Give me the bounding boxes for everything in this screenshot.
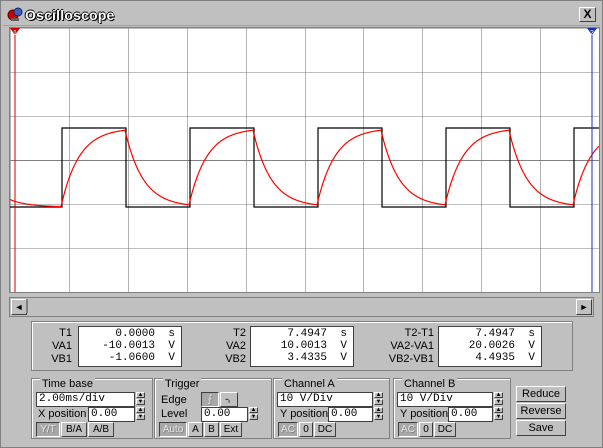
- spin-up-icon[interactable]: ▲: [249, 407, 258, 413]
- t2-t1-label: T2-T1: [404, 327, 434, 339]
- va2-label: VA2: [226, 340, 246, 352]
- spin-down-icon[interactable]: ▼: [374, 399, 383, 405]
- x-position-spinner[interactable]: ▲ ▼: [136, 407, 145, 420]
- ab-mode-button[interactable]: A/B: [88, 422, 114, 437]
- channel-a-trace: [10, 127, 599, 208]
- trigger-level-spinner[interactable]: ▲ ▼: [249, 407, 258, 420]
- oscilloscope-window: Oscilloscope X 1 2 ◄ ► T1 VA1 VB1 0.0000…: [0, 0, 603, 448]
- spin-down-icon[interactable]: ▼: [136, 399, 145, 405]
- time-base-group: Time base 2.00ms/div ▲ ▼ X position 0.00 …: [31, 378, 153, 439]
- trigger-a-button[interactable]: A: [188, 422, 203, 437]
- vb2-vb1-value: 4.4935: [475, 352, 515, 364]
- reduce-button[interactable]: Reduce: [516, 386, 566, 402]
- trigger-title: Trigger: [163, 378, 202, 390]
- time-base-scale-field[interactable]: 2.00ms/div: [36, 392, 135, 407]
- spin-up-icon[interactable]: ▲: [494, 392, 503, 398]
- vb1-label: VB1: [51, 353, 72, 365]
- time-scrollbar[interactable]: ◄ ►: [9, 297, 594, 317]
- yt-mode-button[interactable]: Y/T: [36, 422, 60, 437]
- vb2-value: 3.4335: [287, 352, 327, 364]
- spin-down-icon[interactable]: ▼: [374, 414, 383, 420]
- edge-label: Edge: [161, 394, 187, 406]
- x-position-field[interactable]: 0.00: [88, 407, 135, 422]
- oscilloscope-icon: [7, 7, 23, 21]
- rising-edge-icon: ⨍: [207, 394, 213, 405]
- scroll-left-button[interactable]: ◄: [11, 299, 27, 315]
- spin-down-icon[interactable]: ▼: [136, 414, 145, 420]
- channel-b-dc-button[interactable]: DC: [434, 422, 456, 437]
- spin-up-icon[interactable]: ▲: [374, 392, 383, 398]
- channel-b-group: Channel B 10 V/Div ▲ ▼ Y position 0.00 ▲ ▼…: [393, 378, 511, 439]
- vb2-vb1-unit: V: [528, 352, 535, 364]
- channel-a-scale-field[interactable]: 10 V/Div: [277, 392, 373, 407]
- channel-a-dc-button[interactable]: DC: [314, 422, 336, 437]
- trigger-b-button[interactable]: B: [204, 422, 219, 437]
- t1-label: T1: [59, 327, 72, 339]
- t2-label: T2: [233, 327, 246, 339]
- title-bar[interactable]: Oscilloscope X: [3, 3, 600, 26]
- channel-a-y-position-field[interactable]: 0.00: [328, 407, 373, 422]
- time-base-scale-spinner[interactable]: ▲ ▼: [136, 392, 145, 405]
- cursor-1-values: 0.0000 s -10.0013 V -1.0600 V: [78, 326, 182, 367]
- channel-b-y-position-label: Y position: [400, 408, 449, 420]
- spin-down-icon[interactable]: ▼: [249, 414, 258, 420]
- close-button[interactable]: X: [579, 7, 596, 22]
- save-button[interactable]: Save: [516, 420, 566, 436]
- difference-values: 7.4947 s 20.0026 V 4.4935 V: [438, 326, 542, 367]
- spin-down-icon[interactable]: ▼: [494, 414, 503, 420]
- trigger-group: Trigger Edge ⨍ ⌍ Level 0.00 ▲ ▼ Auto A B …: [154, 378, 272, 439]
- va2-va1-label: VA2-VA1: [390, 340, 434, 352]
- va1-label: VA1: [52, 340, 72, 352]
- scroll-right-button[interactable]: ►: [576, 299, 592, 315]
- screen-grid: [10, 28, 600, 293]
- channel-b-scale-spinner[interactable]: ▲ ▼: [494, 392, 503, 405]
- channel-b-zero-button[interactable]: 0: [419, 422, 433, 437]
- channel-a-y-position-spinner[interactable]: ▲ ▼: [374, 407, 383, 420]
- vb1-value: -1.0600: [108, 352, 155, 364]
- x-position-label: X position: [38, 408, 87, 420]
- reverse-button[interactable]: Reverse: [516, 403, 566, 419]
- time-base-title: Time base: [40, 378, 95, 390]
- vb2-unit: V: [340, 352, 347, 364]
- trigger-ext-button[interactable]: Ext: [220, 422, 242, 437]
- falling-edge-button[interactable]: ⌍: [220, 392, 238, 407]
- channel-a-y-position-label: Y position: [280, 408, 329, 420]
- trigger-level-field[interactable]: 0.00: [201, 407, 248, 422]
- channel-b-y-position-spinner[interactable]: ▲ ▼: [494, 407, 503, 420]
- spin-up-icon[interactable]: ▲: [374, 407, 383, 413]
- cursor-2-label: 2: [590, 30, 594, 37]
- spin-down-icon[interactable]: ▼: [494, 399, 503, 405]
- channel-b-trace: [9, 129, 600, 208]
- spin-up-icon[interactable]: ▲: [136, 392, 145, 398]
- spin-up-icon[interactable]: ▲: [494, 407, 503, 413]
- vb2-vb1-label: VB2-VB1: [388, 353, 434, 365]
- channel-a-scale-spinner[interactable]: ▲ ▼: [374, 392, 383, 405]
- cursor-readout-panel: T1 VA1 VB1 0.0000 s -10.0013 V -1.0600 V T2…: [31, 321, 573, 371]
- cursor-2-values: 7.4947 s 10.0013 V 3.4335 V: [250, 326, 354, 367]
- channel-a-zero-button[interactable]: 0: [299, 422, 313, 437]
- level-label: Level: [161, 408, 188, 420]
- oscilloscope-screen[interactable]: 1 2: [9, 27, 600, 293]
- vb1-unit: V: [168, 352, 175, 364]
- vb2-label: VB2: [225, 353, 246, 365]
- falling-edge-icon: ⌍: [224, 394, 234, 405]
- cursor-1[interactable]: 1: [10, 28, 20, 292]
- spin-up-icon[interactable]: ▲: [136, 407, 145, 413]
- channel-a-ac-button[interactable]: AC: [278, 422, 298, 437]
- channel-a-group: Channel A 10 V/Div ▲ ▼ Y position 0.00 ▲ ▼…: [273, 378, 390, 439]
- window-title: Oscilloscope: [25, 7, 115, 23]
- channel-b-y-position-field[interactable]: 0.00: [448, 407, 493, 422]
- scroll-thumb[interactable]: [26, 299, 28, 313]
- cursor-1-label: 1: [13, 30, 17, 37]
- trigger-auto-button[interactable]: Auto: [159, 422, 187, 437]
- rising-edge-button[interactable]: ⨍: [201, 392, 219, 407]
- channel-a-title: Channel A: [282, 378, 337, 390]
- channel-b-scale-field[interactable]: 10 V/Div: [397, 392, 493, 407]
- waveform-display[interactable]: 1 2: [9, 28, 600, 293]
- ba-mode-button[interactable]: B/A: [61, 422, 87, 437]
- channel-b-ac-button[interactable]: AC: [398, 422, 418, 437]
- channel-b-title: Channel B: [402, 378, 458, 390]
